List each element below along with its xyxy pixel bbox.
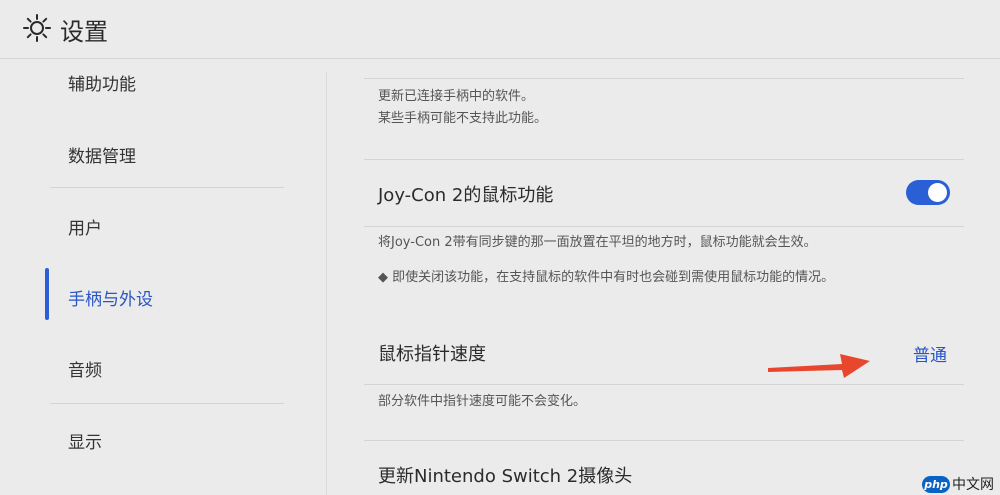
watermark-text: 中文网 — [952, 477, 994, 493]
gear-icon — [23, 14, 51, 42]
pointer-speed-label: 鼠标指针速度 — [378, 344, 486, 365]
row-divider — [364, 440, 964, 441]
sidebar-item-data-management[interactable]: 数据管理 — [68, 142, 136, 167]
sidebar-item-audio[interactable]: 音频 — [68, 356, 102, 381]
sidebar-item-accessibility[interactable]: 辅助功能 — [68, 70, 136, 95]
row-divider — [364, 78, 964, 79]
mouse-function-toggle[interactable] — [906, 180, 950, 205]
watermark: php 中文网 — [922, 474, 994, 494]
row-divider — [364, 226, 964, 227]
update-description-line2: 某些手柄可能不支持此功能。 — [378, 111, 548, 126]
watermark-badge: php — [922, 475, 950, 493]
toggle-knob — [928, 183, 947, 202]
sidebar-item-users[interactable]: 用户 — [68, 214, 102, 239]
red-arrow-annotation — [768, 354, 870, 378]
sidebar-active-indicator — [45, 268, 49, 320]
sidebar-divider — [50, 403, 284, 404]
pointer-speed-value[interactable]: 普通 — [913, 341, 947, 366]
sidebar-item-controllers[interactable]: 手柄与外设 — [68, 285, 153, 310]
mouse-function-label: Joy-Con 2的鼠标功能 — [378, 185, 554, 206]
row-divider — [364, 159, 964, 160]
pointer-speed-description: 部分软件中指针速度可能不会变化。 — [378, 394, 587, 409]
update-description-line1: 更新已连接手柄中的软件。 — [378, 89, 535, 104]
sidebar: 辅助功能 数据管理 用户 手柄与外设 音频 显示 — [0, 59, 326, 495]
page-title: 设置 — [60, 18, 108, 46]
mouse-function-description: 将Joy-Con 2带有同步键的那一面放置在平坦的地方时，鼠标功能就会生效。 — [378, 235, 817, 250]
settings-content: 更新已连接手柄中的软件。 某些手柄可能不支持此功能。 Joy-Con 2的鼠标功… — [327, 59, 1000, 495]
sidebar-item-display[interactable]: 显示 — [68, 428, 102, 453]
header-bar: 设置 — [0, 0, 1000, 59]
mouse-function-note: ◆ 即使关闭该功能，在支持鼠标的软件中有时也会碰到需使用鼠标功能的情况。 — [378, 270, 835, 285]
sidebar-divider — [50, 187, 284, 188]
update-camera-label[interactable]: 更新Nintendo Switch 2摄像头 — [378, 462, 632, 488]
